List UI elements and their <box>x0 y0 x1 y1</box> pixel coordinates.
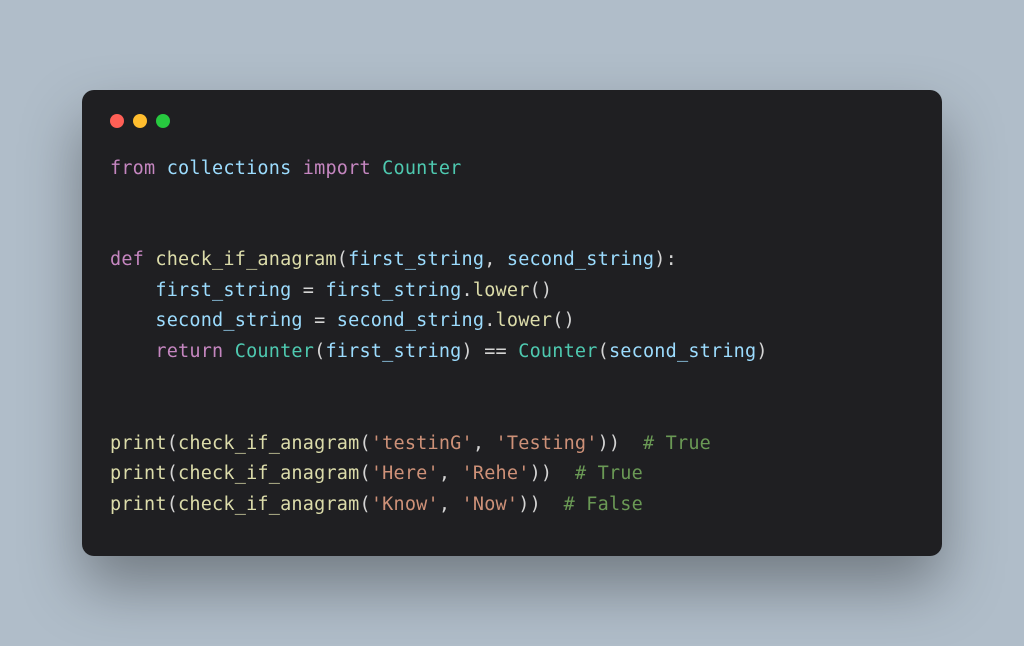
dot: . <box>462 280 473 301</box>
paren: ( <box>167 494 178 515</box>
comment: # True <box>643 433 711 454</box>
str-arg: 'Testing' <box>496 433 598 454</box>
var: first_string <box>155 280 291 301</box>
str-arg: 'testinG' <box>371 433 473 454</box>
op-assign: = <box>314 310 325 331</box>
maximize-icon[interactable] <box>156 114 170 128</box>
indent <box>110 280 155 301</box>
paren: ): <box>654 249 677 270</box>
paren: ( <box>359 494 370 515</box>
kw-from: from <box>110 158 155 179</box>
minimize-icon[interactable] <box>133 114 147 128</box>
method: lower <box>473 280 530 301</box>
paren: ( <box>314 341 325 362</box>
var: second_string <box>337 310 484 331</box>
comma: , <box>473 433 496 454</box>
comma: , <box>484 249 507 270</box>
comment: # True <box>575 463 643 484</box>
parens: () <box>530 280 553 301</box>
print-call: print <box>110 463 167 484</box>
code-window: from collections import Counter def chec… <box>82 90 942 556</box>
comment: # False <box>564 494 643 515</box>
kw-def: def <box>110 249 144 270</box>
fn-call: check_if_anagram <box>178 463 359 484</box>
paren: ( <box>167 463 178 484</box>
close-icon[interactable] <box>110 114 124 128</box>
fn-call: check_if_anagram <box>178 433 359 454</box>
module-name: collections <box>167 158 292 179</box>
class-call: Counter <box>518 341 597 362</box>
var: first_string <box>325 280 461 301</box>
comma: , <box>439 494 462 515</box>
paren: ( <box>359 433 370 454</box>
kw-return: return <box>155 341 223 362</box>
kw-import: import <box>303 158 371 179</box>
paren: ( <box>359 463 370 484</box>
paren: ( <box>598 341 609 362</box>
fn-name: check_if_anagram <box>155 249 336 270</box>
str-arg: 'Rehe' <box>462 463 530 484</box>
paren: ( <box>337 249 348 270</box>
paren: ) <box>756 341 767 362</box>
str-arg: 'Know' <box>371 494 439 515</box>
param-1: first_string <box>348 249 484 270</box>
class-call: Counter <box>235 341 314 362</box>
paren: ) <box>462 341 473 362</box>
param-2: second_string <box>507 249 654 270</box>
op-assign: = <box>303 280 314 301</box>
op-eq: == <box>484 341 507 362</box>
paren: ( <box>167 433 178 454</box>
arg: first_string <box>325 341 461 362</box>
fn-call: check_if_anagram <box>178 494 359 515</box>
str-arg: 'Here' <box>371 463 439 484</box>
paren: )) <box>598 433 621 454</box>
str-arg: 'Now' <box>462 494 519 515</box>
paren: )) <box>518 494 541 515</box>
window-controls <box>110 114 914 128</box>
paren: )) <box>530 463 553 484</box>
print-call: print <box>110 494 167 515</box>
code-block: from collections import Counter def chec… <box>110 154 914 520</box>
arg: second_string <box>609 341 756 362</box>
dot: . <box>484 310 495 331</box>
method: lower <box>496 310 553 331</box>
var: second_string <box>155 310 302 331</box>
import-name: Counter <box>382 158 461 179</box>
indent <box>110 310 155 331</box>
indent <box>110 341 155 362</box>
print-call: print <box>110 433 167 454</box>
comma: , <box>439 463 462 484</box>
parens: () <box>552 310 575 331</box>
